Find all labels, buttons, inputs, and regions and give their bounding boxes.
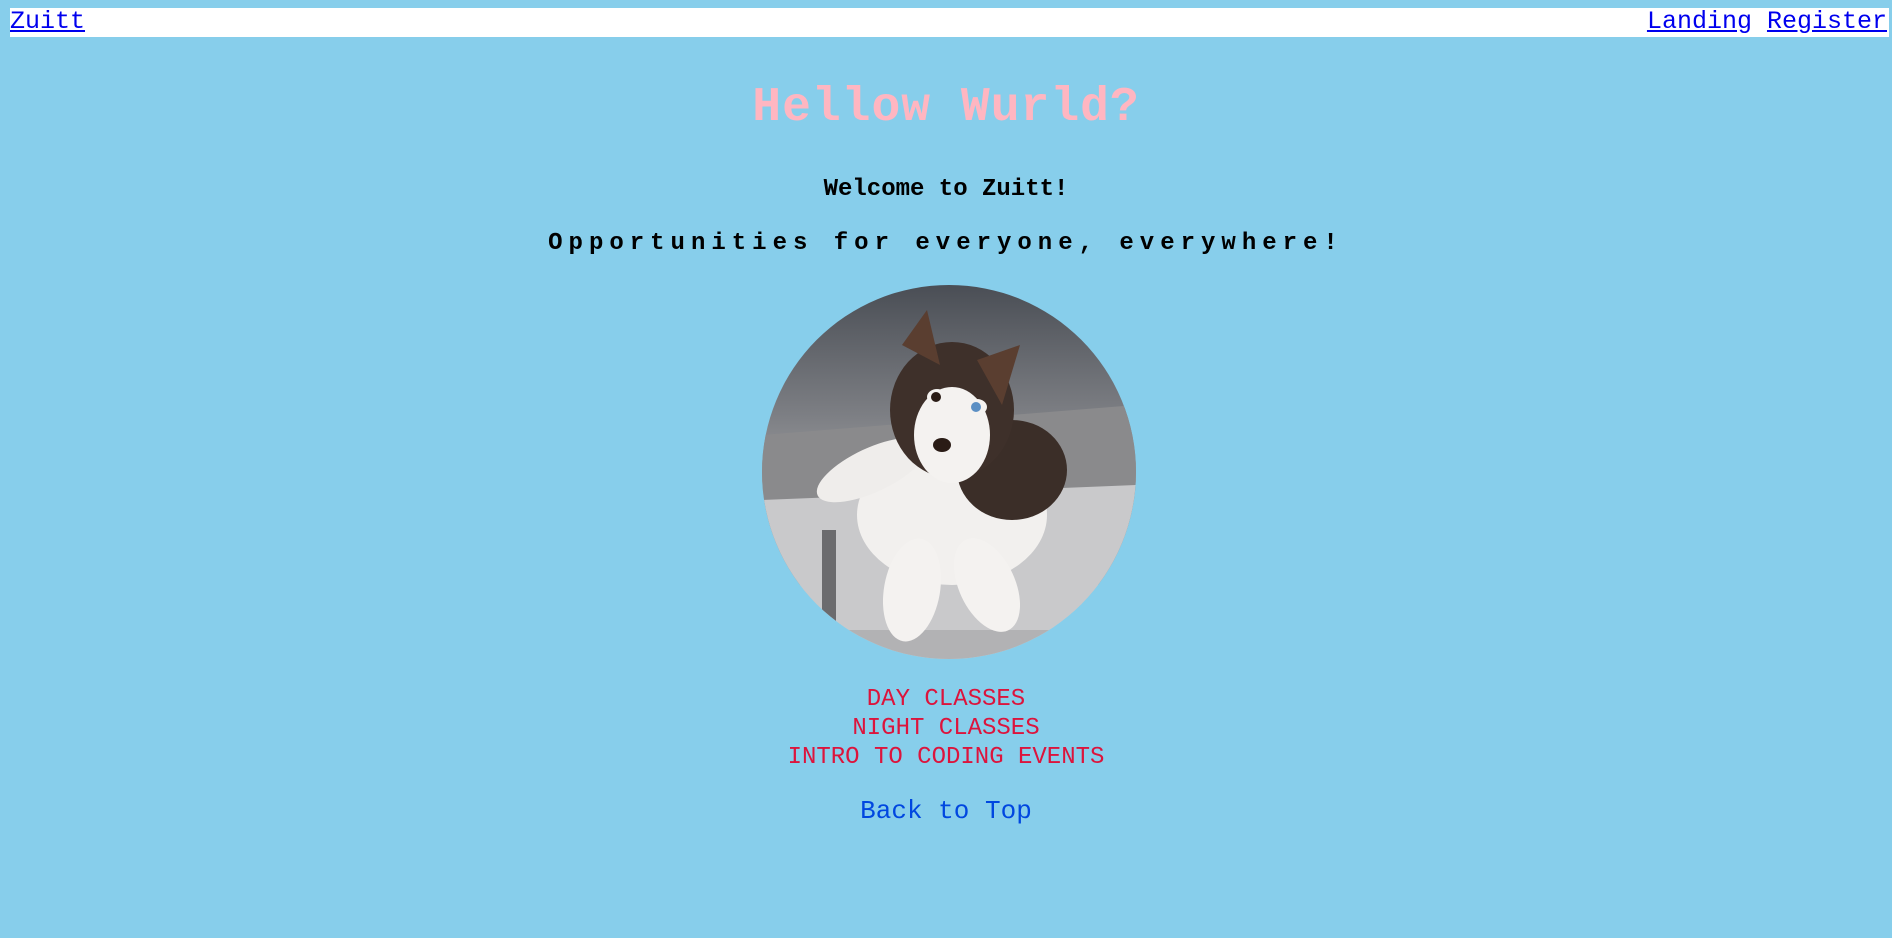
nav-link-register[interactable]: Register: [1767, 9, 1887, 35]
nav-brand-link[interactable]: Zuitt: [10, 9, 85, 35]
puppy-photo: [762, 285, 1136, 659]
class-list: DAY CLASSES NIGHT CLASSES INTRO TO CODIN…: [0, 685, 1892, 772]
back-to-top-link[interactable]: Back to Top: [0, 796, 1892, 826]
list-item: INTRO TO CODING EVENTS: [787, 744, 1105, 771]
nav-link-landing[interactable]: Landing: [1647, 9, 1752, 35]
list-item: DAY CLASSES: [866, 686, 1026, 713]
welcome-text: Welcome to Zuitt!: [823, 176, 1069, 203]
tagline-text: Opportunities for everyone, everywhere!: [548, 230, 1344, 257]
page-title: Hellow Wurld?: [752, 81, 1140, 135]
nav-links: Landing Register: [1647, 9, 1887, 35]
list-item: NIGHT CLASSES: [852, 715, 1040, 742]
navbar: Zuitt Landing Register: [10, 8, 1889, 37]
